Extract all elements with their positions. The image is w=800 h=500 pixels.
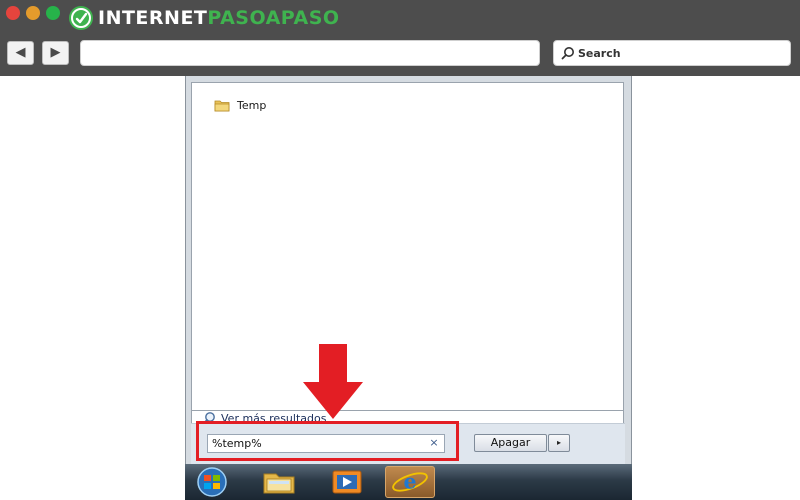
result-label: Temp	[237, 99, 267, 112]
browser-search-field[interactable]: Search	[553, 40, 791, 66]
browser-toolbar: ◀ ▶ Search	[0, 36, 800, 76]
minimize-window-button[interactable]	[26, 6, 40, 20]
start-menu: Temp Ver más resultados	[185, 76, 632, 464]
taskbar-explorer-button[interactable]	[257, 466, 301, 498]
back-button[interactable]: ◀	[7, 41, 34, 65]
start-orb-button[interactable]	[189, 466, 235, 498]
search-highlight-box	[196, 421, 459, 461]
logo-mark-icon	[69, 6, 93, 30]
site-logo: INTERNETPASOAPASO	[68, 5, 340, 31]
maximize-window-button[interactable]	[46, 6, 60, 20]
file-explorer-icon	[263, 473, 295, 494]
close-window-button[interactable]	[6, 6, 20, 20]
browser-titlebar: INTERNETPASOAPASO	[0, 0, 800, 36]
search-placeholder: Search	[578, 46, 621, 60]
address-bar[interactable]	[80, 40, 540, 66]
forward-button[interactable]: ▶	[42, 41, 69, 65]
media-player-icon	[332, 470, 362, 494]
shutdown-options-button[interactable]: ▸	[548, 434, 570, 452]
taskbar: e	[185, 464, 632, 500]
pointer-arrow-icon	[303, 344, 363, 419]
search-results-panel: Temp	[191, 82, 624, 411]
logo-text: INTERNETPASOAPASO	[98, 5, 340, 31]
taskbar-ie-button[interactable]: e	[385, 466, 435, 498]
logo-text-white: INTERNET	[98, 7, 208, 29]
taskbar-media-button[interactable]	[325, 466, 369, 498]
folder-icon	[214, 100, 230, 112]
start-orb-icon	[197, 467, 227, 497]
result-item-temp[interactable]: Temp	[214, 99, 266, 112]
search-icon	[561, 47, 574, 60]
logo-text-green: PASOAPASO	[207, 7, 340, 29]
internet-explorer-icon: e	[392, 470, 428, 494]
svg-text:e: e	[403, 470, 416, 494]
shutdown-button[interactable]: Apagar	[474, 434, 547, 452]
